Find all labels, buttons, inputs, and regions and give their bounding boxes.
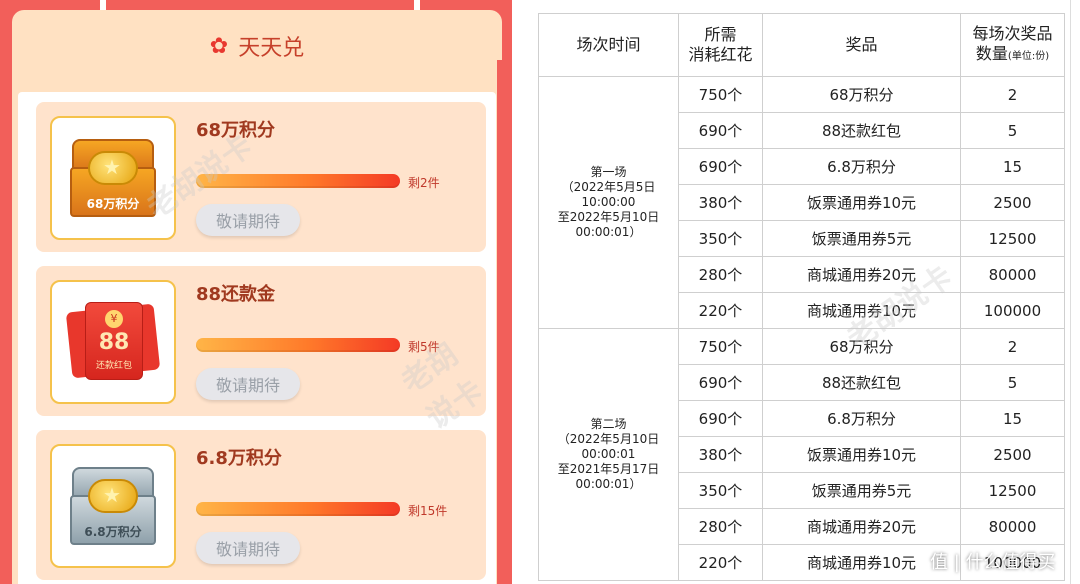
session-time-line: （2022年5月10日 (557, 432, 660, 446)
prize-cell: 商城通用券20元 (762, 256, 961, 293)
cost-cell: 380个 (678, 184, 763, 221)
coming-soon-button[interactable]: 敬请期待 (196, 532, 300, 564)
cost-cell: 690个 (678, 112, 763, 149)
cost-cell: 220个 (678, 544, 763, 581)
thumb-label: 68万积分 (86, 197, 140, 211)
top-strip (0, 0, 512, 10)
left-panel-edge (497, 60, 512, 584)
quantity-cell: 2 (960, 328, 1065, 365)
session-time-line: 00:00:01） (575, 477, 642, 491)
session-time-line: 第二场 (590, 417, 627, 431)
session-time-line: 至2021年5月17日 (557, 462, 660, 476)
cost-cell: 690个 (678, 400, 763, 437)
prize-cell: 88还款红包 (762, 364, 961, 401)
quantity-cell: 15 (960, 148, 1065, 185)
prize-cell: 饭票通用券5元 (762, 220, 961, 257)
cost-cell: 350个 (678, 220, 763, 257)
item-name: 6.8万积分 (196, 448, 282, 469)
remaining-count: 剩15件 (408, 504, 448, 518)
card-title: 天天兑 (238, 36, 305, 61)
table-row: 第一场 （2022年5月5日 10:00:00 至2022年5月10日 00:00:01… (538, 76, 1065, 329)
list-item: ★ 68万积分 68万积分 剩2件 敬请期待 (36, 102, 486, 252)
quantity-cell: 100000 (960, 292, 1065, 329)
red-envelope-icon: ¥ 88 还款红包 (65, 302, 161, 382)
brand-watermark: 值 | 什么值得买 (930, 552, 1056, 573)
item-thumbnail: ★ 6.8万积分 (50, 444, 176, 568)
prize-schedule-table-wrap: 场次时间 所需 消耗红花 奖品 每场次奖品 数量(单位:份) 第一场 （2022年… (538, 13, 1065, 584)
prize-schedule-table: 场次时间 所需 消耗红花 奖品 每场次奖品 数量(单位:份) 第一场 （2022年… (538, 13, 1065, 581)
session-time-line: 第一场 (590, 165, 627, 179)
item-list: ★ 68万积分 68万积分 剩2件 敬请期待 ¥ 88 还款红包 88还款金 剩… (18, 92, 496, 584)
quantity-cell: 15 (960, 400, 1065, 437)
column-header-cost: 所需 消耗红花 (678, 13, 763, 77)
prize-cell: 6.8万积分 (762, 400, 961, 437)
table-row: 第二场 （2022年5月10日 00:00:01 至2021年5月17日 00:00:0… (538, 328, 1065, 581)
stock-progress-bar (196, 502, 400, 516)
session-time-line: 00:00:01） (575, 225, 642, 239)
item-name: 88还款金 (196, 284, 276, 305)
stock-progress-bar (196, 338, 400, 352)
session-time-cell: 第一场 （2022年5月5日 10:00:00 至2022年5月10日 00:00:01… (538, 76, 679, 329)
quantity-cell: 12500 (960, 220, 1065, 257)
prize-cell: 68万积分 (762, 328, 961, 365)
thumb-sub-label: 还款红包 (95, 361, 132, 371)
exchange-card: ✿ 天天兑 ★ 68万积分 68万积分 剩2件 敬请期待 ¥ 88 还款红包 8… (12, 10, 502, 584)
prize-cell: 饭票通用券10元 (762, 436, 961, 473)
prize-cell: 68万积分 (762, 76, 961, 113)
quantity-unit: (单位:份) (1007, 50, 1050, 62)
remaining-count: 剩2件 (408, 176, 440, 190)
session-time-line: （2022年5月5日 (561, 180, 656, 194)
prize-cell: 88还款红包 (762, 112, 961, 149)
quantity-cell: 80000 (960, 256, 1065, 293)
quantity-cell: 12500 (960, 472, 1065, 509)
column-header-quantity: 每场次奖品 数量(单位:份) (960, 13, 1065, 77)
cost-cell: 690个 (678, 364, 763, 401)
cost-cell: 380个 (678, 436, 763, 473)
cost-cell: 690个 (678, 148, 763, 185)
item-thumbnail: ★ 68万积分 (50, 116, 176, 240)
silver-chest-icon: ★ 6.8万积分 (70, 467, 156, 545)
prize-cell: 饭票通用券10元 (762, 184, 961, 221)
prize-cell: 商城通用券10元 (762, 292, 961, 329)
cost-cell: 280个 (678, 508, 763, 545)
list-item: ★ 6.8万积分 6.8万积分 剩15件 敬请期待 (36, 430, 486, 580)
table-header-row: 场次时间 所需 消耗红花 奖品 每场次奖品 数量(单位:份) (538, 13, 1065, 77)
coming-soon-button[interactable]: 敬请期待 (196, 368, 300, 400)
gold-chest-icon: ★ 68万积分 (70, 139, 156, 217)
quantity-cell: 5 (960, 112, 1065, 149)
cost-cell: 220个 (678, 292, 763, 329)
quantity-cell: 80000 (960, 508, 1065, 545)
session-time-line: 00:00:01 (581, 447, 636, 461)
thumb-number: 88 (98, 330, 130, 355)
session-time-line: 至2022年5月10日 (557, 210, 660, 224)
session-time-cell: 第二场 （2022年5月10日 00:00:01 至2021年5月17日 00:00:0… (538, 328, 679, 581)
prize-cell: 商城通用券20元 (762, 508, 961, 545)
cost-cell: 750个 (678, 76, 763, 113)
cost-cell: 280个 (678, 256, 763, 293)
list-item: ¥ 88 还款红包 88还款金 剩5件 敬请期待 (36, 266, 486, 416)
column-header-prize: 奖品 (762, 13, 961, 77)
coming-soon-button[interactable]: 敬请期待 (196, 204, 300, 236)
card-header: ✿ 天天兑 (12, 10, 502, 82)
cost-cell: 350个 (678, 472, 763, 509)
cost-cell: 750个 (678, 328, 763, 365)
quantity-cell: 2500 (960, 436, 1065, 473)
right-edge-strip (1070, 0, 1080, 584)
remaining-count: 剩5件 (408, 340, 440, 354)
thumb-label: 6.8万积分 (84, 525, 142, 539)
column-header-session: 场次时间 (538, 13, 679, 77)
session-time-line: 10:00:00 (581, 195, 636, 209)
quantity-cell: 2500 (960, 184, 1065, 221)
quantity-cell: 5 (960, 364, 1065, 401)
prize-cell: 饭票通用券5元 (762, 472, 961, 509)
prize-cell: 6.8万积分 (762, 148, 961, 185)
item-name: 68万积分 (196, 120, 276, 141)
item-thumbnail: ¥ 88 还款红包 (50, 280, 176, 404)
stock-progress-bar (196, 174, 400, 188)
quantity-cell: 2 (960, 76, 1065, 113)
flower-icon: ✿ (209, 33, 229, 59)
